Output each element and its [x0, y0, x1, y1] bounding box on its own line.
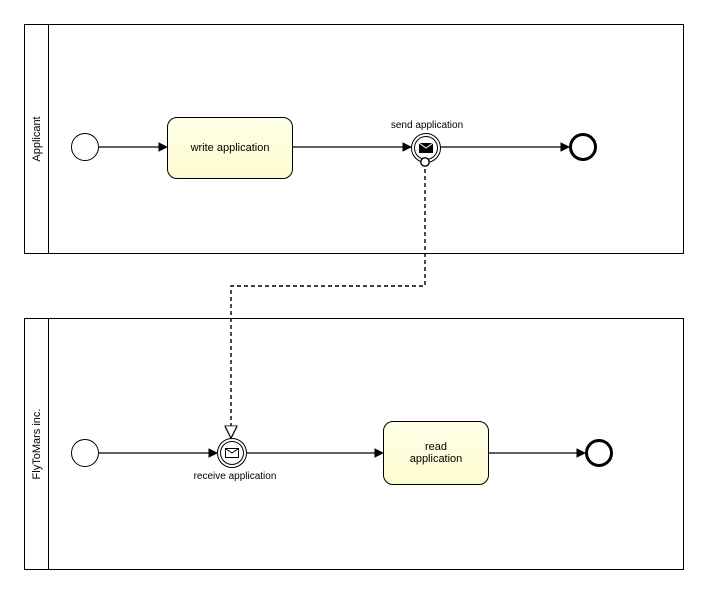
event-send-application-label: send application [377, 120, 477, 131]
pool-applicant[interactable]: Applicant write application send applica… [24, 24, 684, 254]
pool-flytomars-body: receive application read application [49, 319, 683, 569]
pool-flytomars-label: FlyToMars inc. [31, 409, 43, 480]
pool-applicant-label-strip: Applicant [25, 25, 49, 253]
message-catch-icon [225, 448, 239, 458]
pool-flytomars[interactable]: FlyToMars inc. receive application read … [24, 318, 684, 570]
pool-applicant-body: write application send application [49, 25, 683, 253]
event-receive-application-label: receive application [185, 471, 285, 482]
task-read-application-label: read application [410, 441, 463, 465]
message-throw-icon [419, 143, 433, 153]
end-event-flytomars[interactable] [585, 439, 613, 467]
start-event-flytomars[interactable] [71, 439, 99, 467]
start-event-applicant[interactable] [71, 133, 99, 161]
task-write-application[interactable]: write application [167, 117, 293, 179]
pool-applicant-label: Applicant [31, 116, 43, 161]
event-send-application[interactable] [411, 133, 441, 163]
task-write-application-label: write application [191, 142, 270, 154]
task-read-application[interactable]: read application [383, 421, 489, 485]
event-receive-application[interactable] [217, 438, 247, 468]
pool-flytomars-label-strip: FlyToMars inc. [25, 319, 49, 569]
bpmn-canvas: Applicant write application send applica… [0, 0, 723, 615]
end-event-applicant[interactable] [569, 133, 597, 161]
